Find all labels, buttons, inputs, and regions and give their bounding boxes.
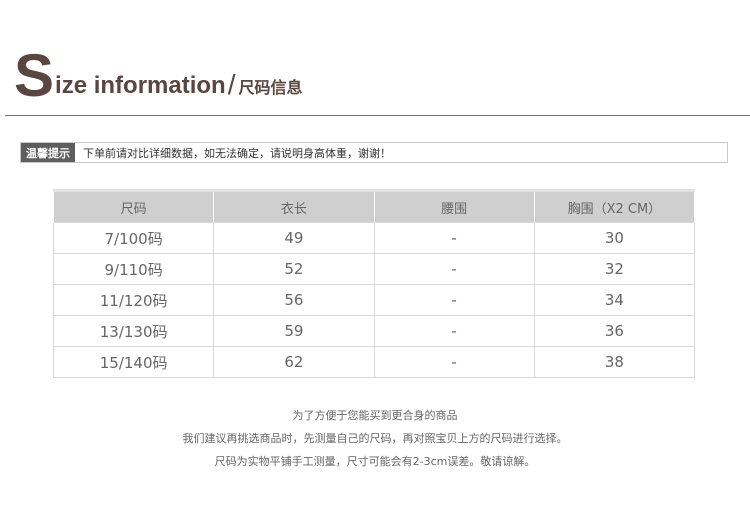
title-slash: / <box>227 69 236 100</box>
cell-chest: 36 <box>533 315 696 347</box>
cell-size: 13/130码 <box>52 315 215 347</box>
cell-length: 62 <box>213 346 375 378</box>
tip-label: 温馨提示 <box>21 143 75 162</box>
table-row: 9/110码 52 - 32 <box>52 253 696 285</box>
table-row: 11/120码 56 - 34 <box>52 284 696 316</box>
cell-chest: 34 <box>533 284 696 316</box>
note-line: 为了方便于您能买到更合身的商品 <box>292 409 458 422</box>
title-english: ize information <box>55 72 226 99</box>
table-row: 7/100码 49 - 30 <box>52 222 696 254</box>
header-size: 尺码 <box>52 189 215 223</box>
cell-waist: - <box>373 222 535 254</box>
cell-size: 9/110码 <box>52 253 215 285</box>
table-row: 13/130码 59 - 36 <box>52 315 696 347</box>
tip-box: 温馨提示 下单前请对比详细数据，如无法确定，请说明身高体重，谢谢！ <box>20 142 728 163</box>
cell-size: 15/140码 <box>52 346 215 378</box>
cell-waist: - <box>373 315 535 347</box>
header-chest: 胸围（X2 CM） <box>533 189 696 223</box>
note-line: 尺码为实物平铺手工测量，尺寸可能会有2-3cm误差。敬请谅解。 <box>214 455 536 468</box>
title-big-letter: S <box>14 42 55 109</box>
table-row: 15/140码 62 - 38 <box>52 346 696 378</box>
cell-waist: - <box>373 284 535 316</box>
title-chinese: 尺码信息 <box>238 78 303 97</box>
cell-waist: - <box>373 253 535 285</box>
cell-size: 11/120码 <box>52 284 215 316</box>
cell-waist: - <box>373 346 535 378</box>
size-table: 尺码 衣长 腰围 胸围（X2 CM） 7/100码 49 - 30 9/110码… <box>52 189 696 378</box>
cell-chest: 38 <box>533 346 696 378</box>
header-divider <box>5 115 750 116</box>
page-header: S ize information / 尺码信息 <box>14 42 303 109</box>
header-length: 衣长 <box>213 189 375 223</box>
cell-chest: 32 <box>533 253 696 285</box>
cell-length: 49 <box>213 222 375 254</box>
cell-size: 7/100码 <box>52 222 215 254</box>
cell-length: 56 <box>213 284 375 316</box>
cell-length: 59 <box>213 315 375 347</box>
header-waist: 腰围 <box>373 189 535 223</box>
size-notes: 为了方便于您能买到更合身的商品 我们建议再挑选商品时，先测量自己的尺码，再对照宝… <box>0 404 750 473</box>
note-line: 我们建议再挑选商品时，先测量自己的尺码，再对照宝贝上方的尺码进行选择。 <box>182 432 568 445</box>
cell-length: 52 <box>213 253 375 285</box>
cell-chest: 30 <box>533 222 696 254</box>
table-header-row: 尺码 衣长 腰围 胸围（X2 CM） <box>52 189 696 223</box>
tip-text: 下单前请对比详细数据，如无法确定，请说明身高体重，谢谢！ <box>83 146 391 160</box>
